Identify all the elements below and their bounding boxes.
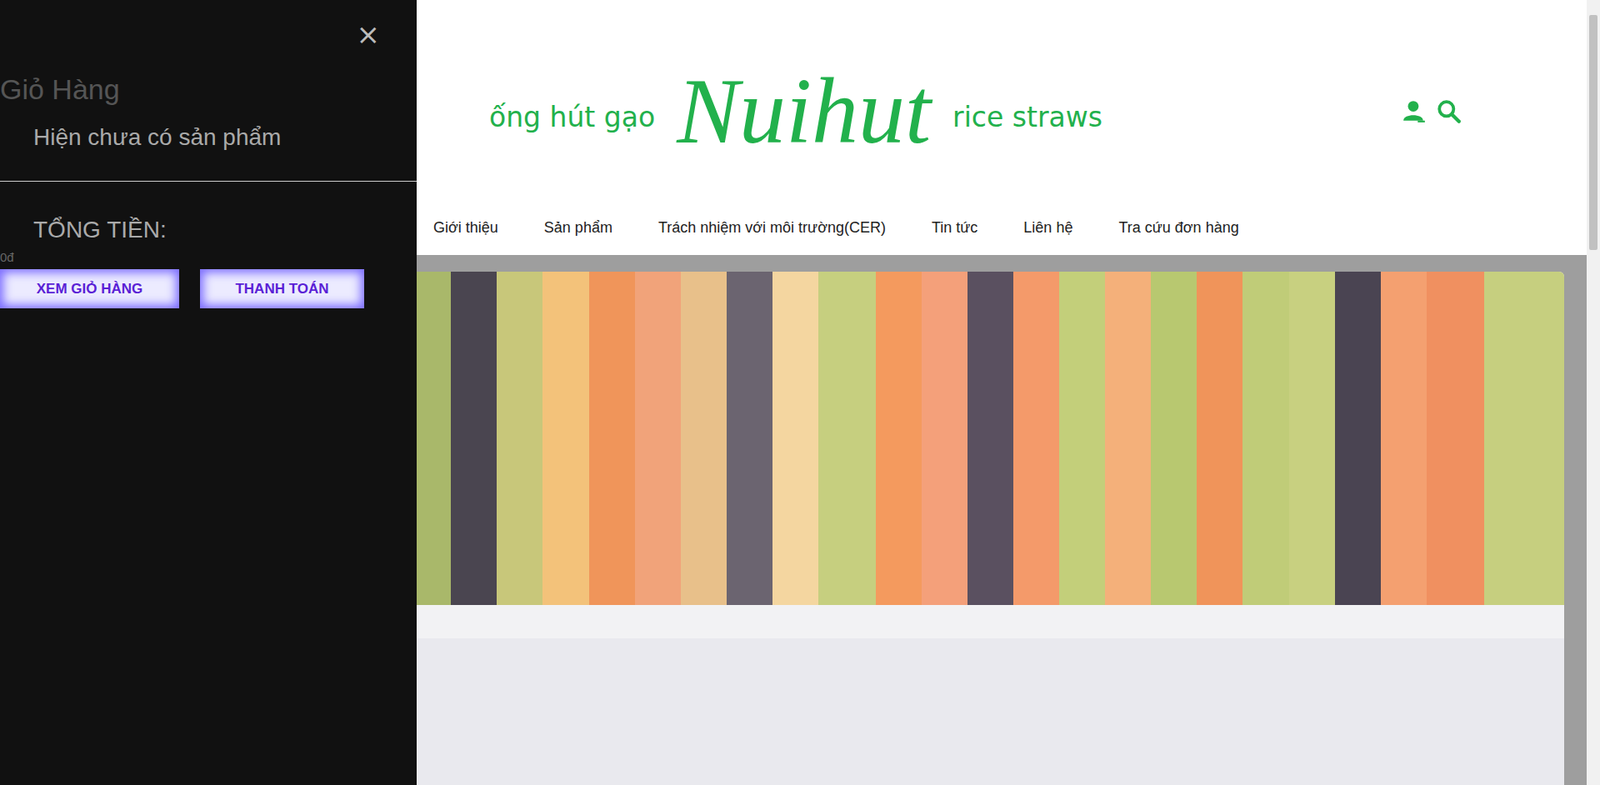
cart-button[interactable]: XEM GIỎ HÀNG — [0, 269, 180, 309]
logo-right-text: rice straws — [952, 89, 1103, 134]
header: ống hút gạo Nuihut rice straws — [416, 0, 1587, 200]
logo-left-text: ống hút gạo — [489, 89, 655, 134]
search-icon[interactable] — [1436, 99, 1462, 125]
empty-message: Hiện chưa có sản phẩm — [33, 124, 417, 151]
close-row: × — [0, 0, 417, 49]
nav-item[interactable]: Tra cứu đơn hàng — [1118, 219, 1239, 237]
divider — [0, 180, 417, 182]
main-nav: Giới thiệu Sản phẩm Trách nhiệm với môi tr… — [416, 200, 1587, 255]
total-label: TỔNG TIỀN: — [33, 216, 417, 244]
straws-photo — [416, 271, 1565, 639]
scrollbar[interactable] — [1586, 0, 1600, 785]
nav-item[interactable]: Liên hệ — [1023, 219, 1073, 237]
nav-item[interactable]: Giới thiệu — [433, 219, 499, 237]
close-button[interactable]: × — [353, 20, 385, 49]
cart-button[interactable]: THANH TOÁN — [200, 269, 365, 309]
scrollbar-thumb[interactable] — [1589, 15, 1598, 250]
logo[interactable]: ống hút gạo Nuihut rice straws — [489, 60, 1103, 163]
cart-drawer: × Giỏ Hàng Hiện chưa có sản phẩm TỔNG TI… — [0, 0, 417, 785]
content-area — [416, 255, 1587, 785]
hero-image — [416, 271, 1565, 785]
logo-brand: Nuihut — [676, 60, 931, 163]
total-value: 0đ — [0, 250, 417, 265]
page: ống hút gạo Nuihut rice straws Giới thiệ… — [416, 0, 1587, 785]
cart-buttons: XEM GIỎ HÀNG THANH TOÁN — [0, 269, 417, 309]
nav-item[interactable]: Tin tức — [931, 219, 978, 237]
header-icons — [1401, 99, 1462, 125]
nav-item[interactable]: Sản phẩm — [544, 219, 613, 237]
nav-item[interactable]: Trách nhiệm với môi trường(CER) — [658, 219, 886, 237]
screen: × Giỏ Hàng Hiện chưa có sản phẩm TỔNG TI… — [0, 0, 1600, 785]
cart-title: Giỏ Hàng — [0, 73, 417, 106]
user-icon[interactable] — [1401, 99, 1427, 125]
